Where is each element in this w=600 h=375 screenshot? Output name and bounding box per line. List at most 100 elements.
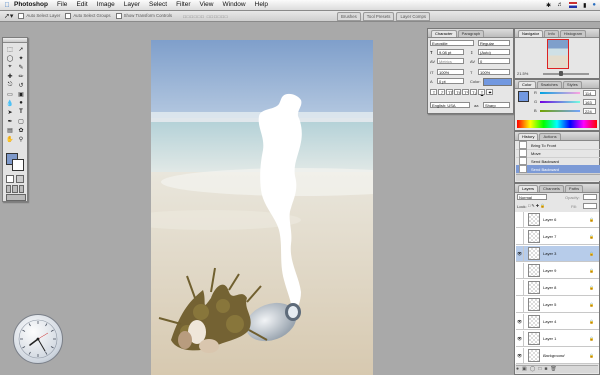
background-color-swatch[interactable] (12, 159, 24, 171)
layer-row[interactable]: 👁 Layer 1 🔒 (516, 331, 599, 347)
tab-color[interactable]: Color (518, 81, 536, 88)
tab-paths[interactable]: Paths (564, 185, 584, 192)
document-canvas[interactable] (151, 40, 373, 375)
layer-visibility-eye-icon[interactable] (516, 280, 524, 295)
layer-row[interactable]: 👁 Layer 4 🔒 (516, 314, 599, 330)
layer-name[interactable]: Layer 1 (543, 336, 556, 341)
blue-channel-value[interactable]: 224 (583, 108, 596, 114)
layer-visibility-eye-icon[interactable]: 👁 (516, 348, 524, 363)
language-select[interactable]: English: USA (430, 102, 470, 108)
dock-tab-layer-comps[interactable]: Layer Comps (396, 11, 430, 21)
subscript-button[interactable]: T₁ (470, 89, 477, 95)
tab-paragraph[interactable]: Paragraph (457, 30, 485, 37)
marquee-tool-icon[interactable]: ⬚ (5, 45, 15, 53)
dock-tab-brushes[interactable]: Brushes (337, 11, 361, 21)
history-item-selected[interactable]: Send Backward (516, 165, 600, 174)
show-transform-controls-checkbox[interactable] (115, 13, 122, 19)
horizontal-scale-field[interactable]: 100% (478, 69, 510, 75)
quick-mask-mode-button[interactable] (16, 175, 24, 183)
green-channel-value[interactable]: 163 (583, 99, 596, 105)
eraser-tool-icon[interactable]: ▭ (5, 90, 15, 98)
layer-visibility-eye-icon[interactable]: 👁 (516, 331, 524, 346)
notes-tool-icon[interactable]: ▤ (5, 126, 15, 134)
bluetooth-icon[interactable]: ✱ (546, 2, 551, 9)
menu-app-name[interactable]: Photoshop (14, 0, 48, 10)
path-selection-tool-icon[interactable]: ➤ (5, 108, 15, 116)
healing-brush-tool-icon[interactable]: ✚ (5, 72, 15, 80)
tab-histogram[interactable]: Histogram (559, 30, 587, 37)
superscript-button[interactable]: T¹ (462, 89, 469, 95)
fill-field[interactable] (583, 203, 597, 209)
antialias-select[interactable]: Sharp (483, 102, 510, 108)
hand-tool-icon[interactable]: ✋ (5, 135, 15, 143)
menu-window[interactable]: Window (223, 0, 246, 10)
history-snapshot-box[interactable] (519, 157, 527, 165)
menu-layer[interactable]: Layer (124, 0, 140, 10)
history-snapshot-box[interactable] (519, 165, 527, 173)
layer-visibility-eye-icon[interactable] (516, 229, 524, 244)
text-color-swatch[interactable] (483, 78, 512, 86)
all-caps-button[interactable]: TT (446, 89, 453, 95)
jump-to-imageready-button[interactable] (6, 194, 26, 201)
faux-italic-button[interactable]: T (438, 89, 445, 95)
tab-layers[interactable]: Layers (518, 185, 539, 192)
menu-edit[interactable]: Edit (76, 0, 87, 10)
color-spectrum-bar[interactable] (517, 120, 597, 128)
layer-visibility-eye-icon[interactable] (516, 212, 524, 227)
tab-styles[interactable]: Styles (562, 81, 582, 88)
clone-stamp-tool-icon[interactable]: ⎋ (5, 81, 15, 89)
input-flag-icon[interactable] (569, 2, 578, 8)
blur-tool-icon[interactable]: 💧 (5, 99, 15, 107)
layer-visibility-eye-icon[interactable] (516, 263, 524, 278)
small-caps-button[interactable]: Tt (454, 89, 461, 95)
font-style-select[interactable]: Regular (478, 40, 510, 46)
navigator-thumbnail[interactable] (547, 39, 569, 69)
menu-view[interactable]: View (200, 0, 214, 10)
color-fg-swatch[interactable] (518, 91, 529, 102)
dashboard-clock-widget[interactable] (13, 314, 63, 364)
standard-mode-button[interactable] (6, 175, 14, 183)
layer-row-selected[interactable]: 👁 Layer 3 🔒 (516, 246, 599, 262)
screen-mode-full-menu-button[interactable] (12, 185, 18, 193)
slice-tool-icon[interactable]: ✎ (16, 63, 26, 71)
tab-actions[interactable]: Actions (539, 133, 561, 140)
screen-mode-full-button[interactable] (18, 185, 24, 193)
history-brush-tool-icon[interactable]: ↺ (16, 81, 26, 89)
menu-select[interactable]: Select (149, 0, 167, 10)
layer-name[interactable]: Layer 5 (543, 302, 556, 307)
blue-channel-slider[interactable] (540, 110, 580, 112)
vertical-scale-field[interactable]: 100% (437, 69, 464, 75)
layer-name[interactable]: Layer 8 (543, 285, 556, 290)
red-channel-slider[interactable] (540, 92, 580, 94)
tab-info[interactable]: Info (544, 30, 559, 37)
font-family-select[interactable]: Eurostile (430, 40, 474, 46)
navigator-zoom-handle[interactable] (559, 71, 563, 76)
eyedropper-tool-icon[interactable]: ✿ (16, 126, 26, 134)
gradient-tool-icon[interactable]: ▣ (16, 90, 26, 98)
battery-icon[interactable]: ▮ (583, 2, 586, 9)
layer-name[interactable]: Layer 9 (543, 268, 556, 273)
layer-visibility-eye-icon[interactable]: 👁 (516, 314, 524, 329)
tab-channels[interactable]: Channels (539, 185, 564, 192)
kerning-field[interactable]: Metrics (437, 58, 464, 64)
tab-history[interactable]: History (518, 133, 539, 140)
menu-filter[interactable]: Filter (176, 0, 190, 10)
align-buttons[interactable]: □□□□□□ □□□□□□ (183, 14, 228, 19)
layer-visibility-eye-icon[interactable] (516, 297, 524, 312)
layer-row[interactable]: Layer 9 🔒 (516, 263, 599, 279)
brush-tool-icon[interactable]: ✏ (16, 72, 26, 80)
menu-file[interactable]: File (57, 0, 67, 10)
history-snapshot-box[interactable] (519, 149, 527, 157)
layer-row[interactable]: 👁 Background 🔒 (516, 348, 599, 364)
zoom-tool-icon[interactable]: ⚲ (16, 135, 26, 143)
crop-tool-icon[interactable]: ⌖ (5, 63, 15, 71)
layer-name[interactable]: Layer 4 (543, 319, 556, 324)
shape-tool-icon[interactable]: ▢ (16, 117, 26, 125)
layer-name[interactable]: Background (543, 353, 564, 358)
tab-swatches[interactable]: Swatches (536, 81, 562, 88)
magic-wand-tool-icon[interactable]: ✦ (16, 54, 26, 62)
leading-field[interactable]: (Auto) (478, 49, 510, 55)
lasso-tool-icon[interactable]: ◯ (5, 54, 15, 62)
move-tool-icon[interactable]: ➚ (16, 45, 26, 53)
lock-options-icons[interactable]: □✎✚🔒 (528, 203, 546, 208)
